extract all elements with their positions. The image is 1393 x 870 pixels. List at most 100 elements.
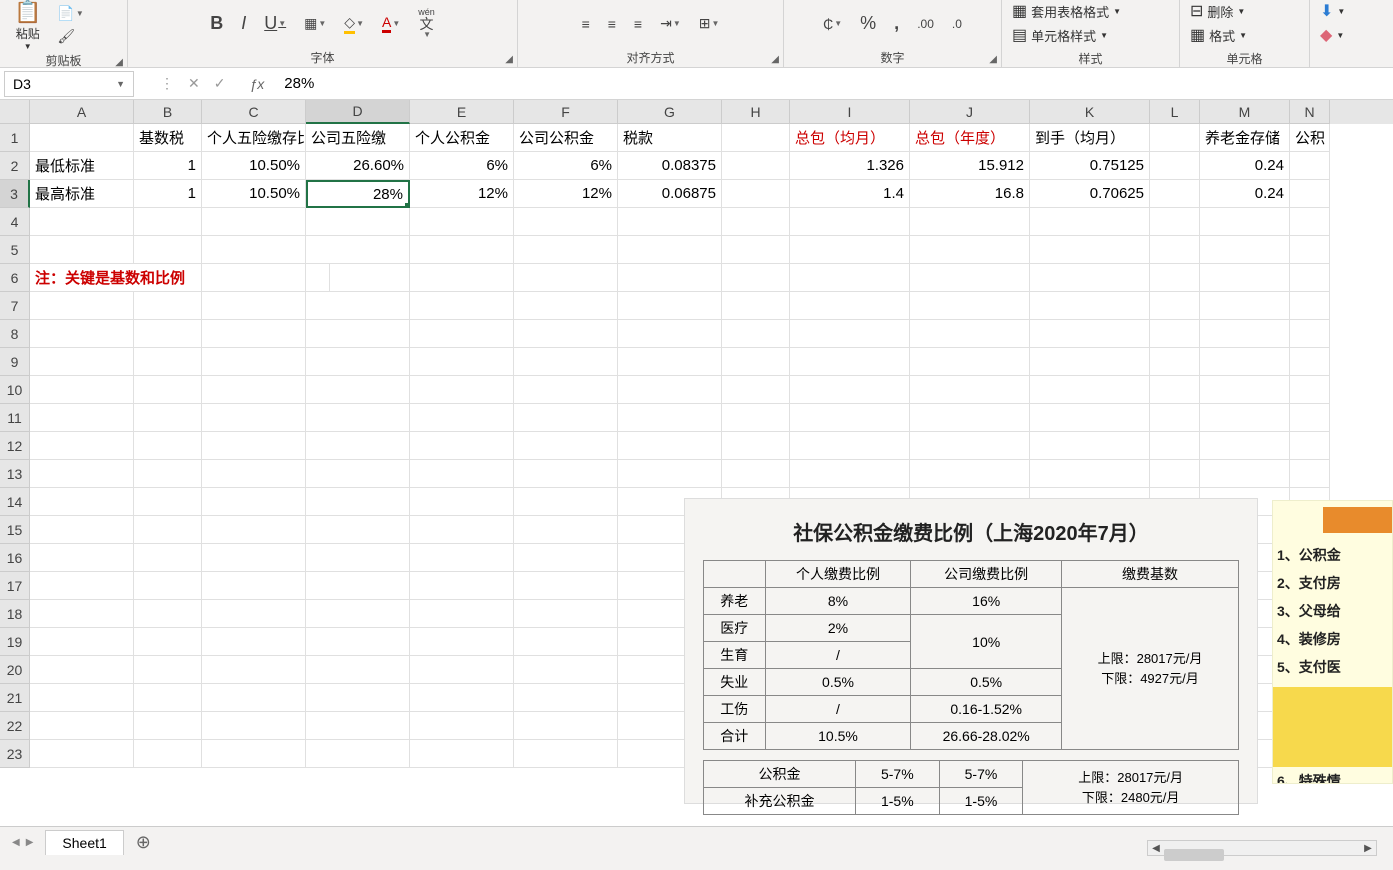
cell-F13[interactable] <box>514 460 618 488</box>
col-header-J[interactable]: J <box>910 100 1030 124</box>
cell-L13[interactable] <box>1150 460 1200 488</box>
cell-D16[interactable] <box>306 544 410 572</box>
row-header-17[interactable]: 17 <box>0 572 30 600</box>
cell-N8[interactable] <box>1290 320 1330 348</box>
cell-A13[interactable] <box>30 460 134 488</box>
delete-button[interactable]: ⊟删除▼ <box>1186 0 1249 22</box>
cell-L3[interactable] <box>1150 180 1200 208</box>
col-header-F[interactable]: F <box>514 100 618 124</box>
cell-H11[interactable] <box>722 404 790 432</box>
cell-C2[interactable]: 10.50% <box>202 152 306 180</box>
cell-M5[interactable] <box>1200 236 1290 264</box>
cell-C7[interactable] <box>202 292 306 320</box>
cell-D8[interactable] <box>306 320 410 348</box>
cell-N2[interactable] <box>1290 152 1330 180</box>
cell-B6[interactable] <box>134 264 202 292</box>
dialog-launcher-icon[interactable]: ◢ <box>989 54 997 65</box>
cell-F16[interactable] <box>514 544 618 572</box>
cell-D14[interactable] <box>306 488 410 516</box>
cell-D18[interactable] <box>306 600 410 628</box>
cell-B23[interactable] <box>134 740 202 768</box>
row-header-23[interactable]: 23 <box>0 740 30 768</box>
cell-C3[interactable]: 10.50% <box>202 180 306 208</box>
bold-button[interactable]: B <box>206 11 227 36</box>
cell-M2[interactable]: 0.24 <box>1200 152 1290 180</box>
row-header-1[interactable]: 1 <box>0 124 30 152</box>
col-header-G[interactable]: G <box>618 100 722 124</box>
cell-K6[interactable] <box>1030 264 1150 292</box>
cell-B20[interactable] <box>134 656 202 684</box>
cell-F5[interactable] <box>514 236 618 264</box>
cell-B11[interactable] <box>134 404 202 432</box>
cell-L2[interactable] <box>1150 152 1200 180</box>
copy-button[interactable]: 📄▼ <box>53 3 87 24</box>
cell-N9[interactable] <box>1290 348 1330 376</box>
cell-A17[interactable] <box>30 572 134 600</box>
cell-F3[interactable]: 12% <box>514 180 618 208</box>
cell-J13[interactable] <box>910 460 1030 488</box>
cell-E21[interactable] <box>410 684 514 712</box>
cell-J12[interactable] <box>910 432 1030 460</box>
cell-C15[interactable] <box>202 516 306 544</box>
cell-M7[interactable] <box>1200 292 1290 320</box>
cell-C5[interactable] <box>202 236 306 264</box>
scroll-right-icon[interactable]: ▶ <box>1360 843 1376 854</box>
cell-I1[interactable]: 总包（均月） <box>790 124 910 152</box>
cell-D4[interactable] <box>306 208 410 236</box>
cell-E2[interactable]: 6% <box>410 152 514 180</box>
cell-F22[interactable] <box>514 712 618 740</box>
cell-E8[interactable] <box>410 320 514 348</box>
cell-F6[interactable] <box>514 264 618 292</box>
cell-A20[interactable] <box>30 656 134 684</box>
cell-M10[interactable] <box>1200 376 1290 404</box>
row-header-4[interactable]: 4 <box>0 208 30 236</box>
cell-A7[interactable] <box>30 292 134 320</box>
cell-B16[interactable] <box>134 544 202 572</box>
cell-F14[interactable] <box>514 488 618 516</box>
cell-B10[interactable] <box>134 376 202 404</box>
font-color-button[interactable]: A▼ <box>378 12 404 35</box>
row-header-6[interactable]: 6 <box>0 264 30 292</box>
cell-I8[interactable] <box>790 320 910 348</box>
cell-K4[interactable] <box>1030 208 1150 236</box>
cell-A12[interactable] <box>30 432 134 460</box>
cell-H2[interactable] <box>722 152 790 180</box>
paste-button[interactable]: 📋 粘贴 ▼ <box>6 2 49 48</box>
cell-N5[interactable] <box>1290 236 1330 264</box>
cell-E12[interactable] <box>410 432 514 460</box>
cell-K1[interactable]: 到手（均月） <box>1030 124 1150 152</box>
cell-F9[interactable] <box>514 348 618 376</box>
cell-F4[interactable] <box>514 208 618 236</box>
cell-I12[interactable] <box>790 432 910 460</box>
cell-I5[interactable] <box>790 236 910 264</box>
cell-M1[interactable]: 养老金存储 <box>1200 124 1290 152</box>
cell-K9[interactable] <box>1030 348 1150 376</box>
format-painter-button[interactable]: 🖌 <box>53 26 79 47</box>
col-header-C[interactable]: C <box>202 100 306 124</box>
cell-D2[interactable]: 26.60% <box>306 152 410 180</box>
row-header-16[interactable]: 16 <box>0 544 30 572</box>
cell-A11[interactable] <box>30 404 134 432</box>
cell-E16[interactable] <box>410 544 514 572</box>
cell-N6[interactable] <box>1290 264 1330 292</box>
row-header-19[interactable]: 19 <box>0 628 30 656</box>
cell-C4[interactable] <box>202 208 306 236</box>
cell-D13[interactable] <box>306 460 410 488</box>
cell-J8[interactable] <box>910 320 1030 348</box>
cell-D5[interactable] <box>306 236 410 264</box>
expand-button[interactable]: ⋮ <box>160 75 174 92</box>
row-header-8[interactable]: 8 <box>0 320 30 348</box>
cell-H6[interactable] <box>722 264 790 292</box>
cell-M8[interactable] <box>1200 320 1290 348</box>
cell-B13[interactable] <box>134 460 202 488</box>
cell-B19[interactable] <box>134 628 202 656</box>
cell-H1[interactable] <box>722 124 790 152</box>
cell-F1[interactable]: 公司公积金 <box>514 124 618 152</box>
fill-button[interactable]: ⬇▼ <box>1316 0 1349 22</box>
cell-C10[interactable] <box>202 376 306 404</box>
cell-B12[interactable] <box>134 432 202 460</box>
table-format-button[interactable]: ▦套用表格格式▼ <box>1008 0 1125 22</box>
cell-H3[interactable] <box>722 180 790 208</box>
cell-F23[interactable] <box>514 740 618 768</box>
cell-N1[interactable]: 公积 <box>1290 124 1330 152</box>
